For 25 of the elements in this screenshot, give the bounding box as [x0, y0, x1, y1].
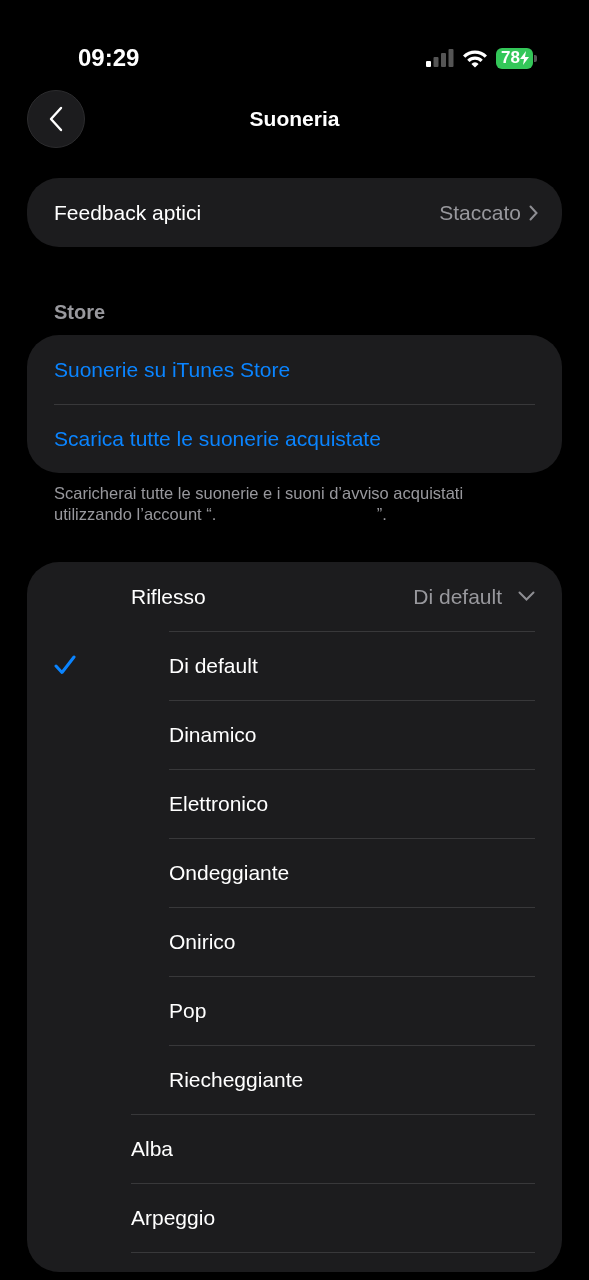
sound-item[interactable]: Arpeggio — [131, 1202, 216, 1234]
wifi-icon — [462, 48, 489, 68]
haptics-row[interactable]: Feedback aptici Staccato — [27, 178, 562, 247]
store-link[interactable]: Suonerie su iTunes Store — [54, 353, 291, 386]
row-value: Staccato — [439, 199, 521, 226]
sound-item[interactable]: Riflesso — [131, 580, 206, 613]
signal-icon — [426, 49, 455, 67]
sound-item[interactable]: Onirico — [169, 926, 236, 958]
row-label: Feedback aptici — [54, 199, 202, 226]
sound-item[interactable]: Pop — [169, 995, 207, 1027]
chevron-icon[interactable] — [518, 591, 535, 602]
sound-item[interactable]: Di default — [169, 650, 258, 682]
clock: 09:29 — [78, 43, 140, 73]
selected-value: Di default — [413, 583, 502, 610]
sound-item[interactable]: Elettronico — [169, 788, 269, 820]
chevron-icon — [529, 204, 538, 221]
footnote: Scaricherai tutte le suonerie e i suoni d’avviso acquistati utilizzando l’account “. ”. — [54, 483, 465, 526]
sound-item[interactable]: Alba — [131, 1133, 174, 1165]
sound-item[interactable]: Dinamico — [169, 719, 257, 751]
sound-item[interactable]: Ondeggiante — [169, 857, 290, 889]
back-icon — [49, 106, 63, 132]
page-title: Suoneria — [248, 106, 341, 133]
store-link[interactable]: Scarica tutte le suonerie acquistate — [54, 423, 381, 455]
section-header: Store — [54, 300, 107, 325]
sound-item[interactable]: Riecheggiante — [169, 1064, 304, 1096]
